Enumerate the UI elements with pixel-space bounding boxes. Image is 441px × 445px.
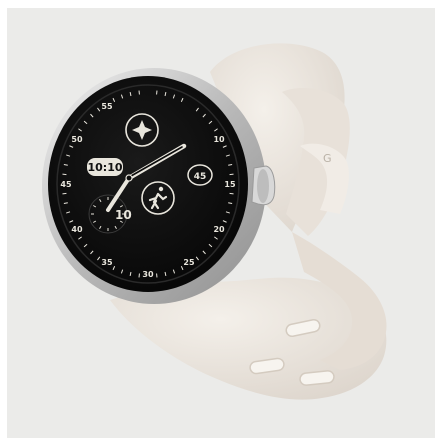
strap-hole [299, 370, 335, 386]
bezel-number: 15 [224, 180, 236, 189]
subdial-value: 10 [115, 208, 132, 222]
bezel-number: 50 [71, 135, 83, 144]
badge-value: 45 [194, 172, 207, 182]
center-pin [125, 174, 133, 182]
bezel-number: 35 [101, 258, 113, 267]
strap-logo: G [323, 152, 332, 165]
bezel-number: 25 [183, 258, 195, 267]
product-photo: G 55 10 15 20 25 30 35 40 45 50 10 10:10 [0, 0, 441, 445]
bezel-number: 45 [60, 180, 72, 189]
time-display: 10:10 [87, 161, 122, 174]
watch-screen [48, 76, 248, 292]
watch-illustration: G 55 10 15 20 25 30 35 40 45 50 10 10:10 45 [42, 43, 387, 400]
bezel-number: 20 [213, 225, 225, 234]
bezel-number: 30 [142, 270, 154, 279]
bezel-number: 10 [213, 135, 225, 144]
bezel-number: 40 [71, 225, 83, 234]
bezel-number: 55 [101, 102, 113, 111]
